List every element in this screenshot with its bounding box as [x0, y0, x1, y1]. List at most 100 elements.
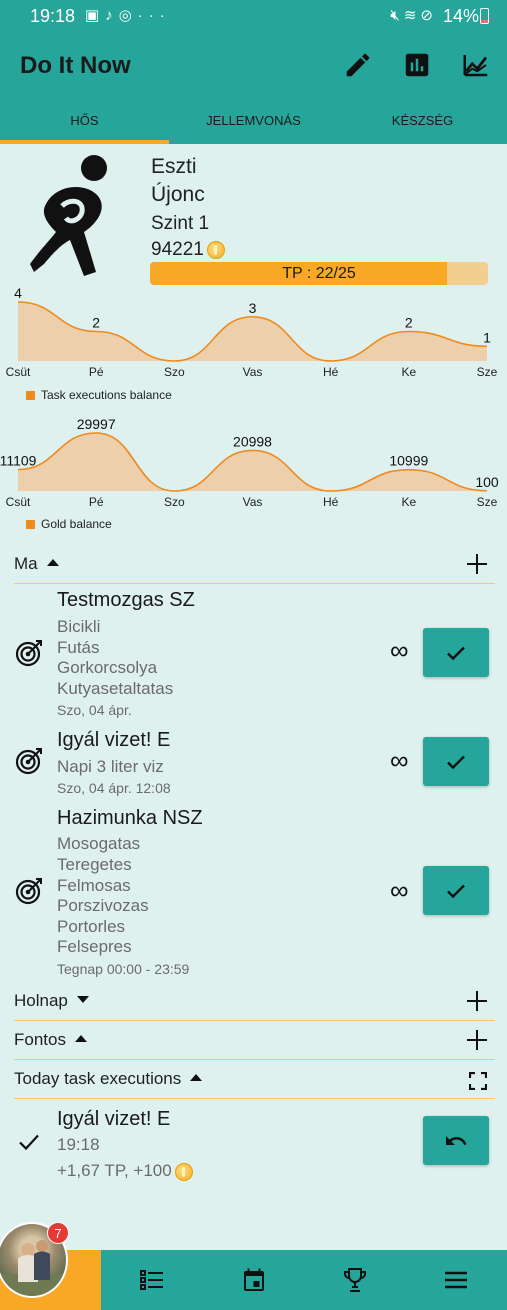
- add-today-task-button[interactable]: [467, 554, 487, 574]
- coin-icon: [174, 1162, 193, 1181]
- collapse-icon: [74, 1035, 87, 1042]
- check-icon: [19, 1134, 39, 1151]
- more-icon: ···: [137, 7, 171, 24]
- fullscreen-icon[interactable]: [469, 1072, 487, 1090]
- task-title: Igyál vizet! E: [57, 729, 171, 751]
- edit-button[interactable]: [343, 50, 375, 82]
- data-label: 4: [14, 285, 22, 301]
- data-label: 11109: [0, 453, 37, 469]
- tab-bar: HŐS JELLEMVONÁS KÉSZSÉG: [0, 100, 507, 144]
- chart-legend-gold: Gold balance: [26, 517, 112, 531]
- edit-icon: [346, 53, 370, 77]
- wifi-icon: ≋: [403, 7, 421, 24]
- target-icon: [15, 748, 42, 775]
- section-executions[interactable]: Today task executions: [14, 1061, 495, 1099]
- subtask: Mosogatas: [57, 834, 141, 853]
- hero-gold: 94221: [151, 239, 225, 261]
- data-label: 100: [475, 474, 499, 490]
- x-tick-label: Vas: [243, 365, 263, 379]
- trophy-icon[interactable]: [341, 1266, 369, 1294]
- complete-task-button[interactable]: [423, 628, 489, 677]
- hero-level: Szint 1: [151, 213, 210, 234]
- repeat-infinite-icon: ∞: [390, 635, 409, 665]
- x-tick-label: Ke: [401, 495, 416, 509]
- list-icon[interactable]: [138, 1266, 166, 1294]
- bottom-navigation: [0, 1250, 507, 1310]
- section-important[interactable]: Fontos: [14, 1022, 495, 1060]
- status-right-icons: 🔇︎≋⊘: [390, 6, 437, 24]
- add-tomorrow-task-button[interactable]: [467, 991, 487, 1011]
- tab-traits[interactable]: JELLEMVONÁS: [169, 100, 338, 144]
- x-tick-label: Sze: [477, 365, 498, 379]
- gold-amount: 94221: [151, 239, 204, 260]
- collapse-icon: [190, 1074, 203, 1081]
- legend-swatch: [26, 520, 35, 530]
- x-tick-label: Pé: [89, 365, 104, 379]
- task-item[interactable]: Hazimunka NSZ Mosogatas Teregetes Felmos…: [0, 807, 507, 977]
- task-date: Szo, 04 ápr. 12:08: [57, 780, 171, 796]
- subtask: Porszivozas: [57, 896, 149, 915]
- data-label: 3: [249, 300, 257, 316]
- battery-text: 14%: [442, 6, 479, 26]
- x-tick-label: Ke: [401, 365, 416, 379]
- collapse-icon: [46, 559, 59, 566]
- x-tick-label: Pé: [89, 495, 104, 509]
- task-item[interactable]: Testmozgas SZ Bicikli Futás Gorkorcsolya…: [0, 589, 507, 719]
- x-tick-label: Szo: [164, 365, 185, 379]
- section-today-title: Ma: [14, 554, 59, 574]
- x-tick-label: Vas: [243, 495, 263, 509]
- target-icon: [15, 878, 42, 905]
- execution-reward: +1,67 TP, +100: [57, 1161, 193, 1181]
- x-tick-label: Hé: [323, 365, 339, 379]
- data-label: 20998: [233, 433, 272, 449]
- subtask: Teregetes: [57, 855, 132, 874]
- task-item[interactable]: Igyál vizet! E Napi 3 liter viz Szo, 04 …: [0, 729, 507, 799]
- app-title: Do It Now: [20, 52, 131, 79]
- execution-item[interactable]: Igyál vizet! E 19:18 +1,67 TP, +100: [0, 1108, 507, 1188]
- calendar-icon[interactable]: [240, 1266, 268, 1294]
- menu-icon[interactable]: [442, 1266, 470, 1294]
- task-title: Hazimunka NSZ: [57, 807, 203, 829]
- x-tick-label: Hé: [323, 495, 339, 509]
- check-icon: [447, 755, 465, 770]
- x-tick-label: Sze: [477, 495, 498, 509]
- tab-hero[interactable]: HŐS: [0, 100, 169, 144]
- chart-legend-tasks: Task executions balance: [26, 388, 172, 402]
- x-tick-label: Csüt: [6, 365, 31, 379]
- complete-task-button[interactable]: [423, 737, 489, 786]
- messenger-icon: ◎: [118, 7, 138, 24]
- task-title: Testmozgas SZ: [57, 589, 195, 611]
- undo-execution-button[interactable]: [423, 1116, 489, 1165]
- battery-icon: [480, 8, 489, 24]
- section-tomorrow[interactable]: Holnap: [14, 983, 495, 1021]
- subtask: Gorkorcsolya: [57, 658, 158, 677]
- repeat-infinite-icon: ∞: [390, 745, 409, 775]
- task-executions-chart-svg: 4 Csüt 2 Pé Szo 3 Vas Hé 2 Ke 1 Sze: [6, 285, 498, 379]
- data-label: 1: [483, 329, 491, 345]
- target-icon: [15, 640, 42, 667]
- add-important-task-button[interactable]: [467, 1030, 487, 1050]
- task-date: Szo, 04 ápr.: [57, 702, 132, 718]
- stats-button[interactable]: [402, 50, 434, 82]
- gold-balance-chart: 11109 Csüt 29997 Pé Szo 20998 Vas Hé 10999 Ke 100 S…: [0, 413, 507, 523]
- section-today[interactable]: Ma: [14, 546, 495, 584]
- line-chart-icon: [463, 55, 488, 77]
- hero-avatar-icon: [30, 155, 107, 276]
- data-label: 29997: [77, 416, 116, 432]
- tab-skills[interactable]: KÉSZSÉG: [338, 100, 507, 144]
- notification-icon: ♪: [105, 7, 119, 24]
- section-important-title: Fontos: [14, 1030, 87, 1050]
- legend-label-gold: Gold balance: [41, 517, 112, 531]
- x-tick-label: Csüt: [6, 495, 31, 509]
- execution-title: Igyál vizet! E: [57, 1108, 171, 1130]
- gold-balance-chart-svg: 11109 Csüt 29997 Pé Szo 20998 Vas Hé 10999 Ke 100 S…: [0, 416, 499, 509]
- complete-task-button[interactable]: [423, 866, 489, 915]
- x-tick-label: Szo: [164, 495, 185, 509]
- execution-time: 19:18: [57, 1135, 100, 1154]
- bar-chart-icon: [405, 53, 429, 77]
- trend-button[interactable]: [460, 50, 492, 82]
- status-bar: 19:18 ▣♪◎··· 🔇︎≋⊘ 14%: [0, 0, 507, 32]
- check-icon: [447, 646, 465, 661]
- repeat-infinite-icon: ∞: [390, 875, 409, 905]
- subtask: Felmosas: [57, 876, 131, 895]
